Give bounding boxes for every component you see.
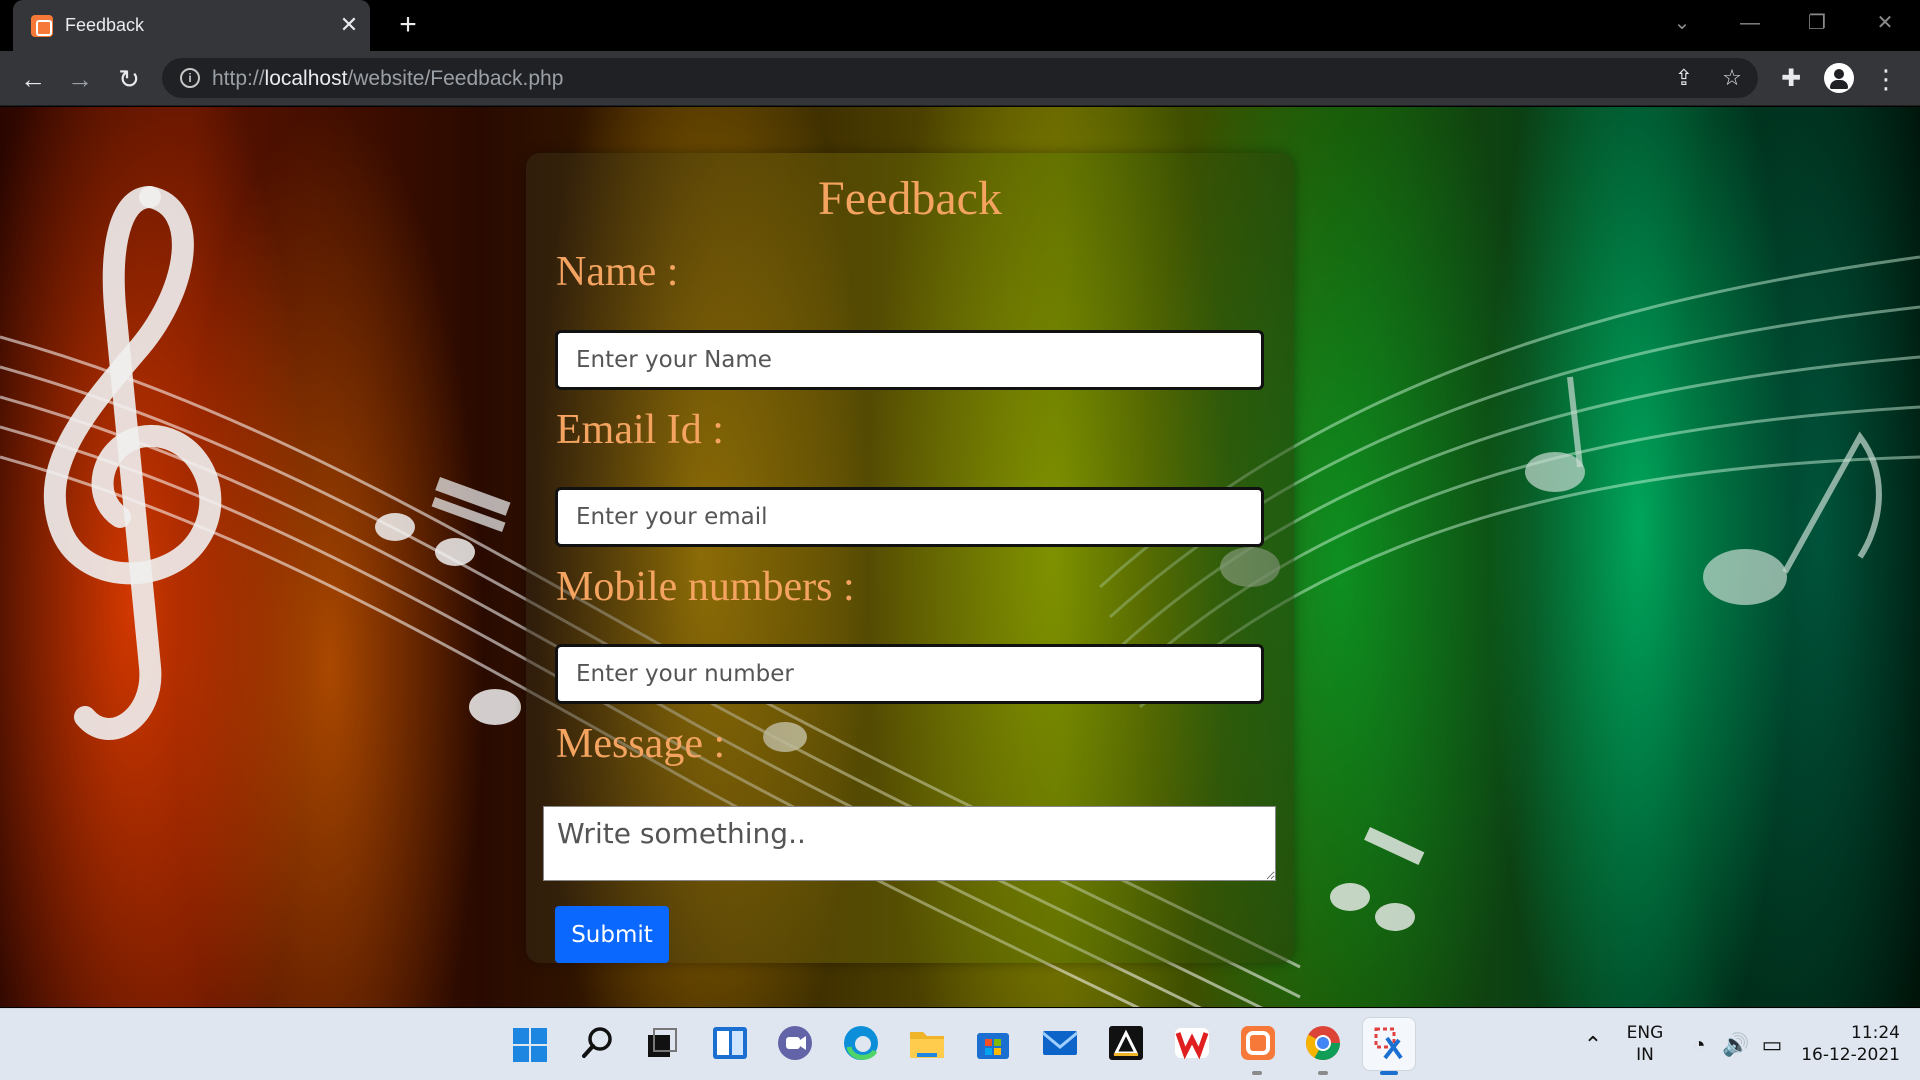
browser-tab-bar: Feedback ✕ + ⌄ — ❐ ✕ xyxy=(0,0,1920,51)
new-tab-button[interactable]: + xyxy=(392,9,424,41)
teams-chat-icon[interactable] xyxy=(775,1023,815,1063)
restore-window-icon[interactable]: ❐ xyxy=(1802,10,1832,36)
profile-avatar-icon[interactable] xyxy=(1824,63,1854,93)
form-title: Feedback xyxy=(818,172,1002,225)
snipping-tool-icon[interactable] xyxy=(1362,1017,1416,1071)
email-label: Email Id : xyxy=(556,407,724,453)
browser-tab-feedback[interactable]: Feedback ✕ xyxy=(13,0,370,51)
widgets-icon[interactable] xyxy=(710,1023,750,1063)
reload-icon[interactable]: ↻ xyxy=(113,63,145,95)
submit-button[interactable]: Submit xyxy=(555,906,669,963)
message-label: Message : xyxy=(556,721,726,767)
bookmark-star-icon[interactable]: ☆ xyxy=(1718,64,1746,92)
name-input[interactable] xyxy=(555,330,1264,390)
tab-title: Feedback xyxy=(65,15,145,35)
microsoft-store-icon[interactable] xyxy=(973,1023,1013,1063)
forward-arrow-icon[interactable]: → xyxy=(64,63,96,95)
mail-icon[interactable] xyxy=(1040,1023,1080,1063)
wps-office-icon[interactable] xyxy=(1172,1023,1212,1063)
xampp-running-indicator xyxy=(1252,1071,1262,1075)
page-viewport: Feedback Name : Email Id : Mobile number… xyxy=(0,107,1920,1007)
clock-time: 11:24 xyxy=(1851,1023,1900,1043)
search-icon[interactable] xyxy=(578,1023,618,1063)
email-input[interactable] xyxy=(555,487,1264,547)
xampp-favicon-icon xyxy=(31,15,53,37)
clock-date: 16-12-2021 xyxy=(1801,1045,1900,1065)
share-icon[interactable]: ⇪ xyxy=(1670,64,1698,92)
windows-taskbar: ⌃ ENG IN ◔ 🔊 ▭ 11:24 16-12-2021 xyxy=(0,1008,1920,1080)
clock[interactable]: 11:24 16-12-2021 xyxy=(1800,1022,1900,1066)
menu-kebab-icon[interactable]: ⋮ xyxy=(1870,63,1902,95)
close-window-icon[interactable]: ✕ xyxy=(1870,10,1900,36)
back-arrow-icon[interactable]: ← xyxy=(17,63,49,95)
language-code: ENG xyxy=(1626,1023,1664,1043)
wifi-icon[interactable]: ◔ xyxy=(1686,1033,1712,1057)
site-info-icon[interactable]: i xyxy=(180,68,200,88)
address-bar[interactable]: i http://localhost/website/Feedback.php … xyxy=(162,58,1758,98)
name-label: Name : xyxy=(556,249,679,295)
ide-app-icon[interactable] xyxy=(1106,1023,1146,1063)
message-textarea[interactable] xyxy=(543,806,1276,881)
mobile-label: Mobile numbers : xyxy=(556,564,855,610)
extensions-puzzle-icon[interactable]: ✚ xyxy=(1775,63,1807,95)
task-view-icon[interactable] xyxy=(642,1023,682,1063)
browser-toolbar: ← → ↻ i http://localhost/website/Feedbac… xyxy=(0,51,1920,106)
volume-icon[interactable]: 🔊 xyxy=(1722,1033,1749,1057)
battery-icon[interactable]: ▭ xyxy=(1759,1033,1785,1057)
show-hidden-icons-chevron-icon[interactable]: ⌃ xyxy=(1580,1033,1606,1057)
language-indicator[interactable]: ENG IN xyxy=(1615,1022,1675,1066)
url-text[interactable]: http://localhost/website/Feedback.php xyxy=(212,67,563,91)
windows-start-icon[interactable] xyxy=(512,1027,548,1063)
chrome-icon[interactable] xyxy=(1303,1023,1343,1063)
close-tab-icon[interactable]: ✕ xyxy=(336,12,362,38)
minimize-window-icon[interactable]: — xyxy=(1735,10,1765,36)
region-code: IN xyxy=(1636,1045,1654,1065)
mobile-input[interactable] xyxy=(555,644,1264,704)
chrome-running-indicator xyxy=(1318,1071,1328,1075)
snipping-tool-active-indicator xyxy=(1380,1071,1398,1075)
tab-search-icon[interactable]: ⌄ xyxy=(1667,10,1697,36)
edge-browser-icon[interactable] xyxy=(841,1023,881,1063)
file-explorer-icon[interactable] xyxy=(907,1023,947,1063)
xampp-icon[interactable] xyxy=(1238,1023,1278,1063)
